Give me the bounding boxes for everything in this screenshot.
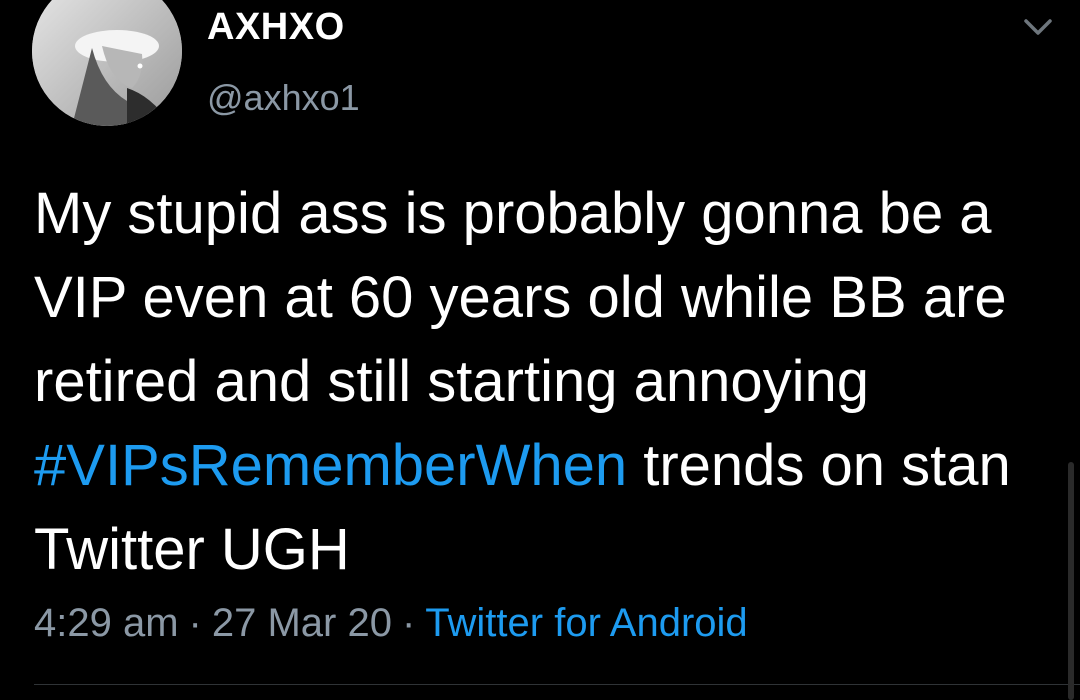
tweet-text-body: My stupid ass is probably gonna be a VIP… (34, 181, 1007, 414)
avatar[interactable] (32, 0, 182, 126)
scrollbar[interactable] (1068, 462, 1074, 700)
tweet-source-link[interactable]: Twitter for Android (425, 601, 747, 645)
tweet-detail: AXHXO @axhxo1 My stupid ass is probably … (0, 0, 1080, 700)
meta-separator: · (188, 601, 202, 645)
tweet-date[interactable]: 27 Mar 20 (212, 601, 392, 645)
tweet-time[interactable]: 4:29 am (34, 601, 179, 645)
meta-separator: · (401, 601, 416, 645)
profile-photo (32, 0, 182, 126)
chevron-down-icon[interactable] (1018, 12, 1058, 42)
hashtag-link[interactable]: #VIPsRememberWhen (34, 433, 627, 498)
tweet-metadata: 4:29 am · 27 Mar 20 · Twitter for Android (34, 601, 748, 646)
divider (34, 684, 1080, 685)
author-handle[interactable]: @axhxo1 (207, 77, 360, 119)
tweet-text: My stupid ass is probably gonna be a VIP… (34, 172, 1064, 592)
author-display-name[interactable]: AXHXO (207, 6, 345, 49)
